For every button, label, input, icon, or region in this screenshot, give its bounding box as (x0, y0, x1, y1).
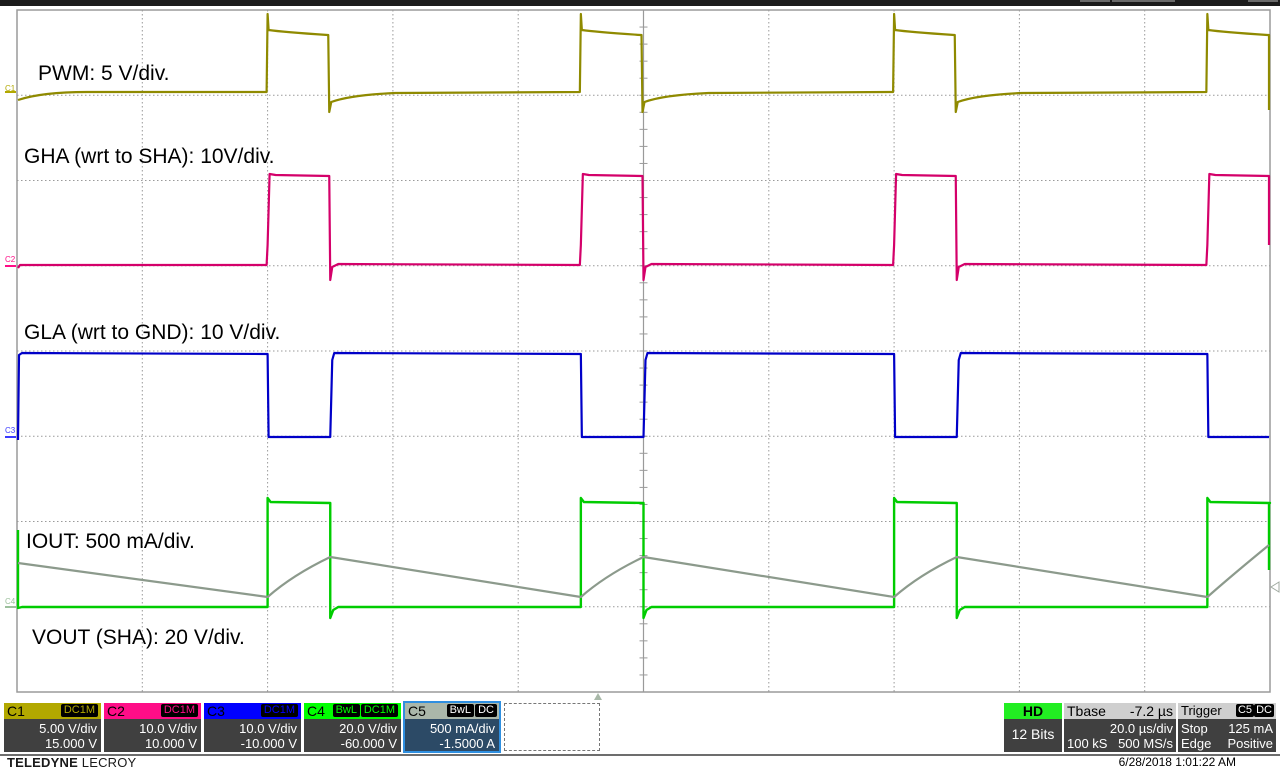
c5-offset: -1.5000 A (439, 736, 495, 751)
c4-coupling-badge: DC1M (360, 704, 398, 717)
trigger-type: Edge (1181, 736, 1212, 751)
c3-ground-marker[interactable]: C3 (5, 426, 15, 435)
trace-c2-gha (17, 172, 1271, 282)
timebase-label: Tbase (1067, 703, 1106, 719)
c4-vdiv: 20.0 V/div (339, 721, 397, 736)
hd-badge: HD (1004, 703, 1062, 719)
c2-vdiv: 10.0 V/div (139, 721, 197, 736)
empty-channel-slot[interactable] (504, 703, 600, 751)
c2-coupling-badge: DC1M (160, 704, 198, 717)
c3-vdiv: 10.0 V/div (239, 721, 297, 736)
timestamp: 6/28/2018 1:01:22 AM (1118, 755, 1236, 769)
trigger-source-badge: C5 (1235, 704, 1254, 717)
trigger-level-marker[interactable] (1270, 581, 1280, 593)
trigger-box[interactable]: Trigger C5 DC Stop 125 mA Edge Positive (1178, 703, 1276, 752)
c4-bwl-badge: BwL (332, 704, 360, 717)
channel-c5-box[interactable]: C5 BwL DC 500 mA/div -1.5000 A (403, 701, 501, 753)
c2-offset: 10.000 V (144, 736, 197, 751)
trigger-slope: Positive (1227, 736, 1273, 751)
trigger-label: Trigger (1181, 703, 1222, 718)
c5-coupling-badge: DC (475, 704, 497, 717)
channel-c2-box[interactable]: C2 DC1M 10.0 V/div 10.000 V (104, 703, 201, 752)
timebase-header: Tbase -7.2 µs (1064, 703, 1176, 719)
timebase-tdiv: 20.0 µs/div (1109, 721, 1173, 736)
trigger-level: 125 mA (1228, 721, 1273, 736)
waveform-display[interactable] (0, 0, 1280, 700)
timebase-delay: -7.2 µs (1129, 703, 1173, 719)
c2-ground-marker[interactable]: C2 (5, 255, 15, 264)
label-iout: IOUT: 500 mA/div. (26, 530, 195, 553)
c4-offset: -60.000 V (340, 736, 397, 751)
trigger-state: Stop (1181, 721, 1208, 736)
c1-offset: 15.000 V (44, 736, 97, 751)
brand-logo: TELEDYNE LECROY (7, 755, 136, 770)
c5-bwl-badge: BwL (446, 704, 474, 717)
c5-vdiv: 500 mA/div (429, 721, 495, 736)
traces (5, 12, 1272, 620)
channel-c4-box[interactable]: C4 BwL DC1M 20.0 V/div -60.000 V (304, 703, 401, 752)
brand-light: LECROY (81, 755, 137, 770)
c1-vdiv: 5.00 V/div (39, 721, 97, 736)
label-gla: GLA (wrt to GND): 10 V/div. (24, 321, 281, 344)
c4-ground-marker[interactable]: C4 (5, 597, 15, 606)
c3-coupling-badge: DC1M (260, 704, 298, 717)
trigger-position-marker[interactable] (594, 693, 602, 700)
channel-c3-box[interactable]: C3 DC1M 10.0 V/div -10.000 V (204, 703, 301, 752)
timebase-samples: 100 kS (1067, 736, 1108, 751)
footer-divider (0, 754, 1280, 756)
c1-ground-marker[interactable]: C1 (5, 84, 15, 93)
timebase-rate: 500 MS/s (1118, 736, 1173, 751)
label-vout: VOUT (SHA): 20 V/div. (32, 626, 245, 649)
timebase-box[interactable]: Tbase -7.2 µs 20.0 µs/div 100 kS 500 MS/… (1064, 703, 1176, 752)
c3-offset: -10.000 V (240, 736, 297, 751)
channel-c1-box[interactable]: C1 DC1M 5.00 V/div 15.000 V (4, 703, 101, 752)
bit-depth: 12 Bits (1011, 726, 1055, 742)
label-pwm: PWM: 5 V/div. (38, 62, 170, 85)
trigger-coupling-badge: DC (1254, 704, 1274, 717)
brand-bold: TELEDYNE (7, 755, 78, 770)
acquisition-mode-box[interactable]: HD 12 Bits (1004, 703, 1062, 752)
label-gha: GHA (wrt to SHA): 10V/div. (24, 145, 275, 168)
c1-coupling-badge: DC1M (60, 704, 98, 717)
